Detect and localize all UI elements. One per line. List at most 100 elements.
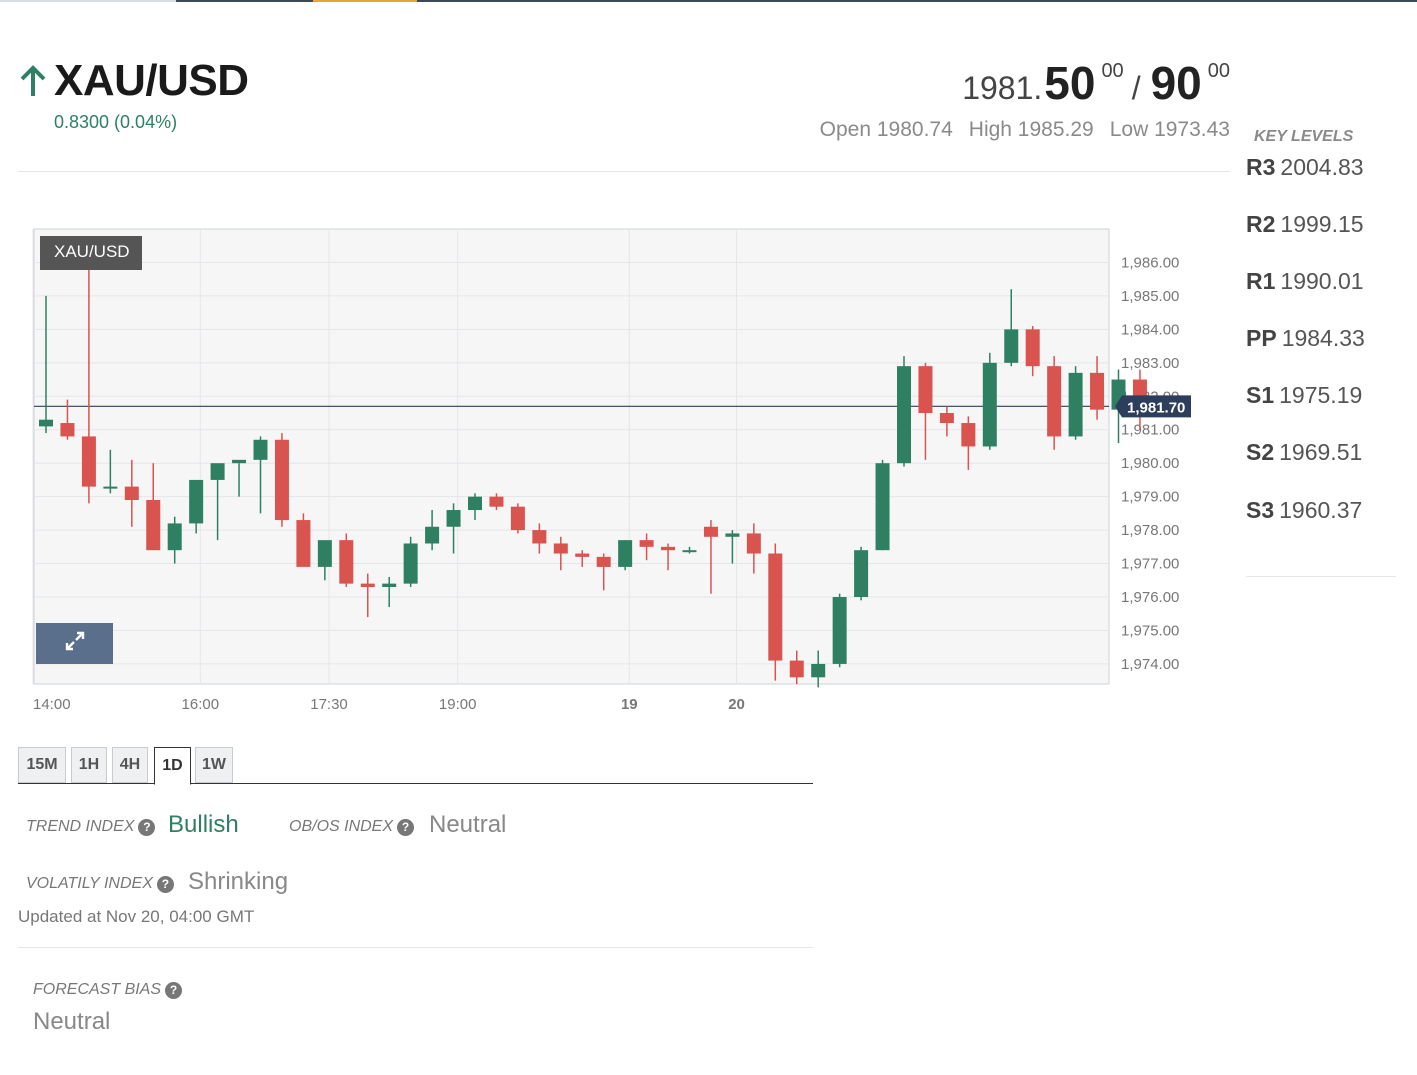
key-level-r2: R2 1999.15 bbox=[1246, 211, 1364, 237]
key-level-s2: S2 1969.51 bbox=[1246, 439, 1363, 465]
forecast-bias-label: FORECAST BIAS ? bbox=[33, 981, 183, 999]
top-border-active-segment bbox=[313, 0, 417, 2]
candle-body bbox=[446, 510, 461, 527]
y-tick-label: 1,986.00 bbox=[1121, 254, 1179, 271]
candle-body bbox=[382, 583, 397, 587]
volatility-index-value: Shrinking bbox=[188, 868, 289, 895]
expand-chart-button[interactable] bbox=[36, 623, 113, 664]
candle-body bbox=[60, 423, 75, 437]
low-value: Low 1973.43 bbox=[1109, 118, 1230, 141]
expand-icon bbox=[64, 630, 86, 657]
candle-body bbox=[167, 523, 182, 551]
candle-body bbox=[468, 496, 482, 511]
help-icon[interactable]: ? bbox=[397, 818, 415, 836]
x-tick-label: 19 bbox=[621, 696, 638, 713]
bid-sup: 00 bbox=[1101, 60, 1124, 82]
key-level-s1: S1 1975.19 bbox=[1246, 382, 1363, 408]
updated-timestamp: Updated at Nov 20, 04:00 GMT bbox=[18, 907, 255, 926]
symbol-row: XAU/USD bbox=[18, 56, 249, 106]
current-price-label: 1,981.70 bbox=[1127, 399, 1185, 416]
forecast-bias-value: Neutral bbox=[33, 1008, 111, 1035]
candle-body bbox=[811, 663, 826, 678]
candle-body bbox=[124, 486, 139, 500]
y-tick-label: 1,983.00 bbox=[1121, 355, 1179, 372]
candle-body bbox=[618, 540, 633, 567]
tab-1w[interactable]: 1W bbox=[195, 747, 233, 783]
help-icon[interactable]: ? bbox=[138, 818, 156, 836]
candle-body bbox=[274, 439, 289, 521]
candle-body bbox=[489, 496, 504, 507]
tab-1d[interactable]: 1D bbox=[154, 747, 191, 785]
candle-body bbox=[746, 533, 761, 554]
candle-body bbox=[360, 583, 375, 587]
obos-index-label: OB/OS INDEX ? bbox=[289, 818, 415, 836]
candle-body bbox=[789, 660, 804, 678]
y-tick-label: 1,974.00 bbox=[1121, 656, 1179, 673]
y-tick-label: 1,984.00 bbox=[1121, 321, 1179, 338]
candle-body bbox=[1068, 372, 1083, 437]
price-change: 0.8300 (0.04%) bbox=[54, 112, 178, 132]
candle-body bbox=[596, 556, 611, 567]
help-icon[interactable]: ? bbox=[165, 981, 183, 999]
divider bbox=[18, 171, 1230, 172]
key-level-r3: R3 2004.83 bbox=[1246, 154, 1364, 180]
candle-body bbox=[639, 540, 654, 547]
candle-body bbox=[1047, 366, 1062, 437]
tab-15m[interactable]: 15M bbox=[18, 747, 66, 783]
candle-body bbox=[982, 362, 997, 447]
candle-body bbox=[703, 526, 718, 537]
price-separator: / bbox=[1131, 70, 1141, 106]
candle-body bbox=[232, 459, 247, 464]
y-tick-label: 1,979.00 bbox=[1121, 489, 1179, 506]
help-icon[interactable]: ? bbox=[156, 875, 174, 893]
candle-body bbox=[725, 533, 740, 537]
y-tick-label: 1,978.00 bbox=[1121, 522, 1179, 539]
candle-body bbox=[39, 419, 53, 427]
key-level-s3: S3 1960.37 bbox=[1246, 497, 1363, 523]
arrow-up-icon bbox=[18, 64, 48, 98]
candle-body bbox=[189, 479, 204, 524]
candle-body bbox=[939, 413, 954, 424]
open-value: Open 1980.74 bbox=[819, 118, 953, 141]
candle-body bbox=[210, 463, 225, 480]
ask-big: 90 bbox=[1150, 57, 1202, 109]
candle-body bbox=[854, 550, 869, 598]
y-tick-label: 1,981.00 bbox=[1121, 422, 1179, 439]
candle-body bbox=[1025, 329, 1040, 367]
plot-area bbox=[33, 228, 1110, 685]
candle-body bbox=[832, 597, 847, 664]
volatility-index-label: VOLATILY INDEX ? bbox=[26, 875, 174, 893]
candle-body bbox=[682, 550, 697, 553]
bid-big: 50 bbox=[1044, 57, 1096, 109]
price-chart[interactable]: 1,986.001,985.001,984.001,983.001,982.00… bbox=[0, 215, 1230, 725]
y-tick-label: 1,977.00 bbox=[1121, 556, 1179, 573]
ask-sup: 00 bbox=[1207, 60, 1230, 82]
timeframe-tabs: 15M 1H 4H 1D 1W bbox=[18, 746, 813, 785]
candle-body bbox=[1004, 329, 1019, 363]
candle-body bbox=[553, 543, 568, 554]
x-tick-label: 14:00 bbox=[33, 696, 71, 713]
chart-symbol-tag: XAU/USD bbox=[40, 236, 142, 270]
candle-body bbox=[661, 546, 676, 551]
candle-body bbox=[897, 366, 911, 464]
bid-ask-price: 1981. 50 00 / 90 00 bbox=[962, 56, 1230, 110]
candle-body bbox=[81, 436, 96, 487]
y-tick-label: 1,975.00 bbox=[1121, 622, 1179, 639]
candle-body bbox=[961, 423, 976, 447]
candle-body bbox=[1090, 372, 1105, 410]
candle-body bbox=[296, 520, 311, 567]
obos-index-value: Neutral bbox=[429, 811, 507, 838]
tab-4h[interactable]: 4H bbox=[112, 747, 148, 783]
tab-1h[interactable]: 1H bbox=[71, 747, 107, 783]
key-level-r1: R1 1990.01 bbox=[1246, 268, 1364, 294]
high-value: High 1985.29 bbox=[968, 118, 1094, 141]
trend-index-value: Bullish bbox=[168, 811, 239, 838]
key-levels-divider bbox=[1246, 576, 1396, 577]
x-tick-label: 20 bbox=[728, 696, 745, 713]
candle-body bbox=[425, 526, 440, 544]
divider bbox=[18, 947, 813, 948]
bid-main: 1981. bbox=[962, 70, 1043, 106]
x-tick-label: 19:00 bbox=[439, 696, 477, 713]
candle-body bbox=[918, 366, 933, 414]
candlestick-chart[interactable]: 1,986.001,985.001,984.001,983.001,982.00… bbox=[0, 215, 1230, 725]
